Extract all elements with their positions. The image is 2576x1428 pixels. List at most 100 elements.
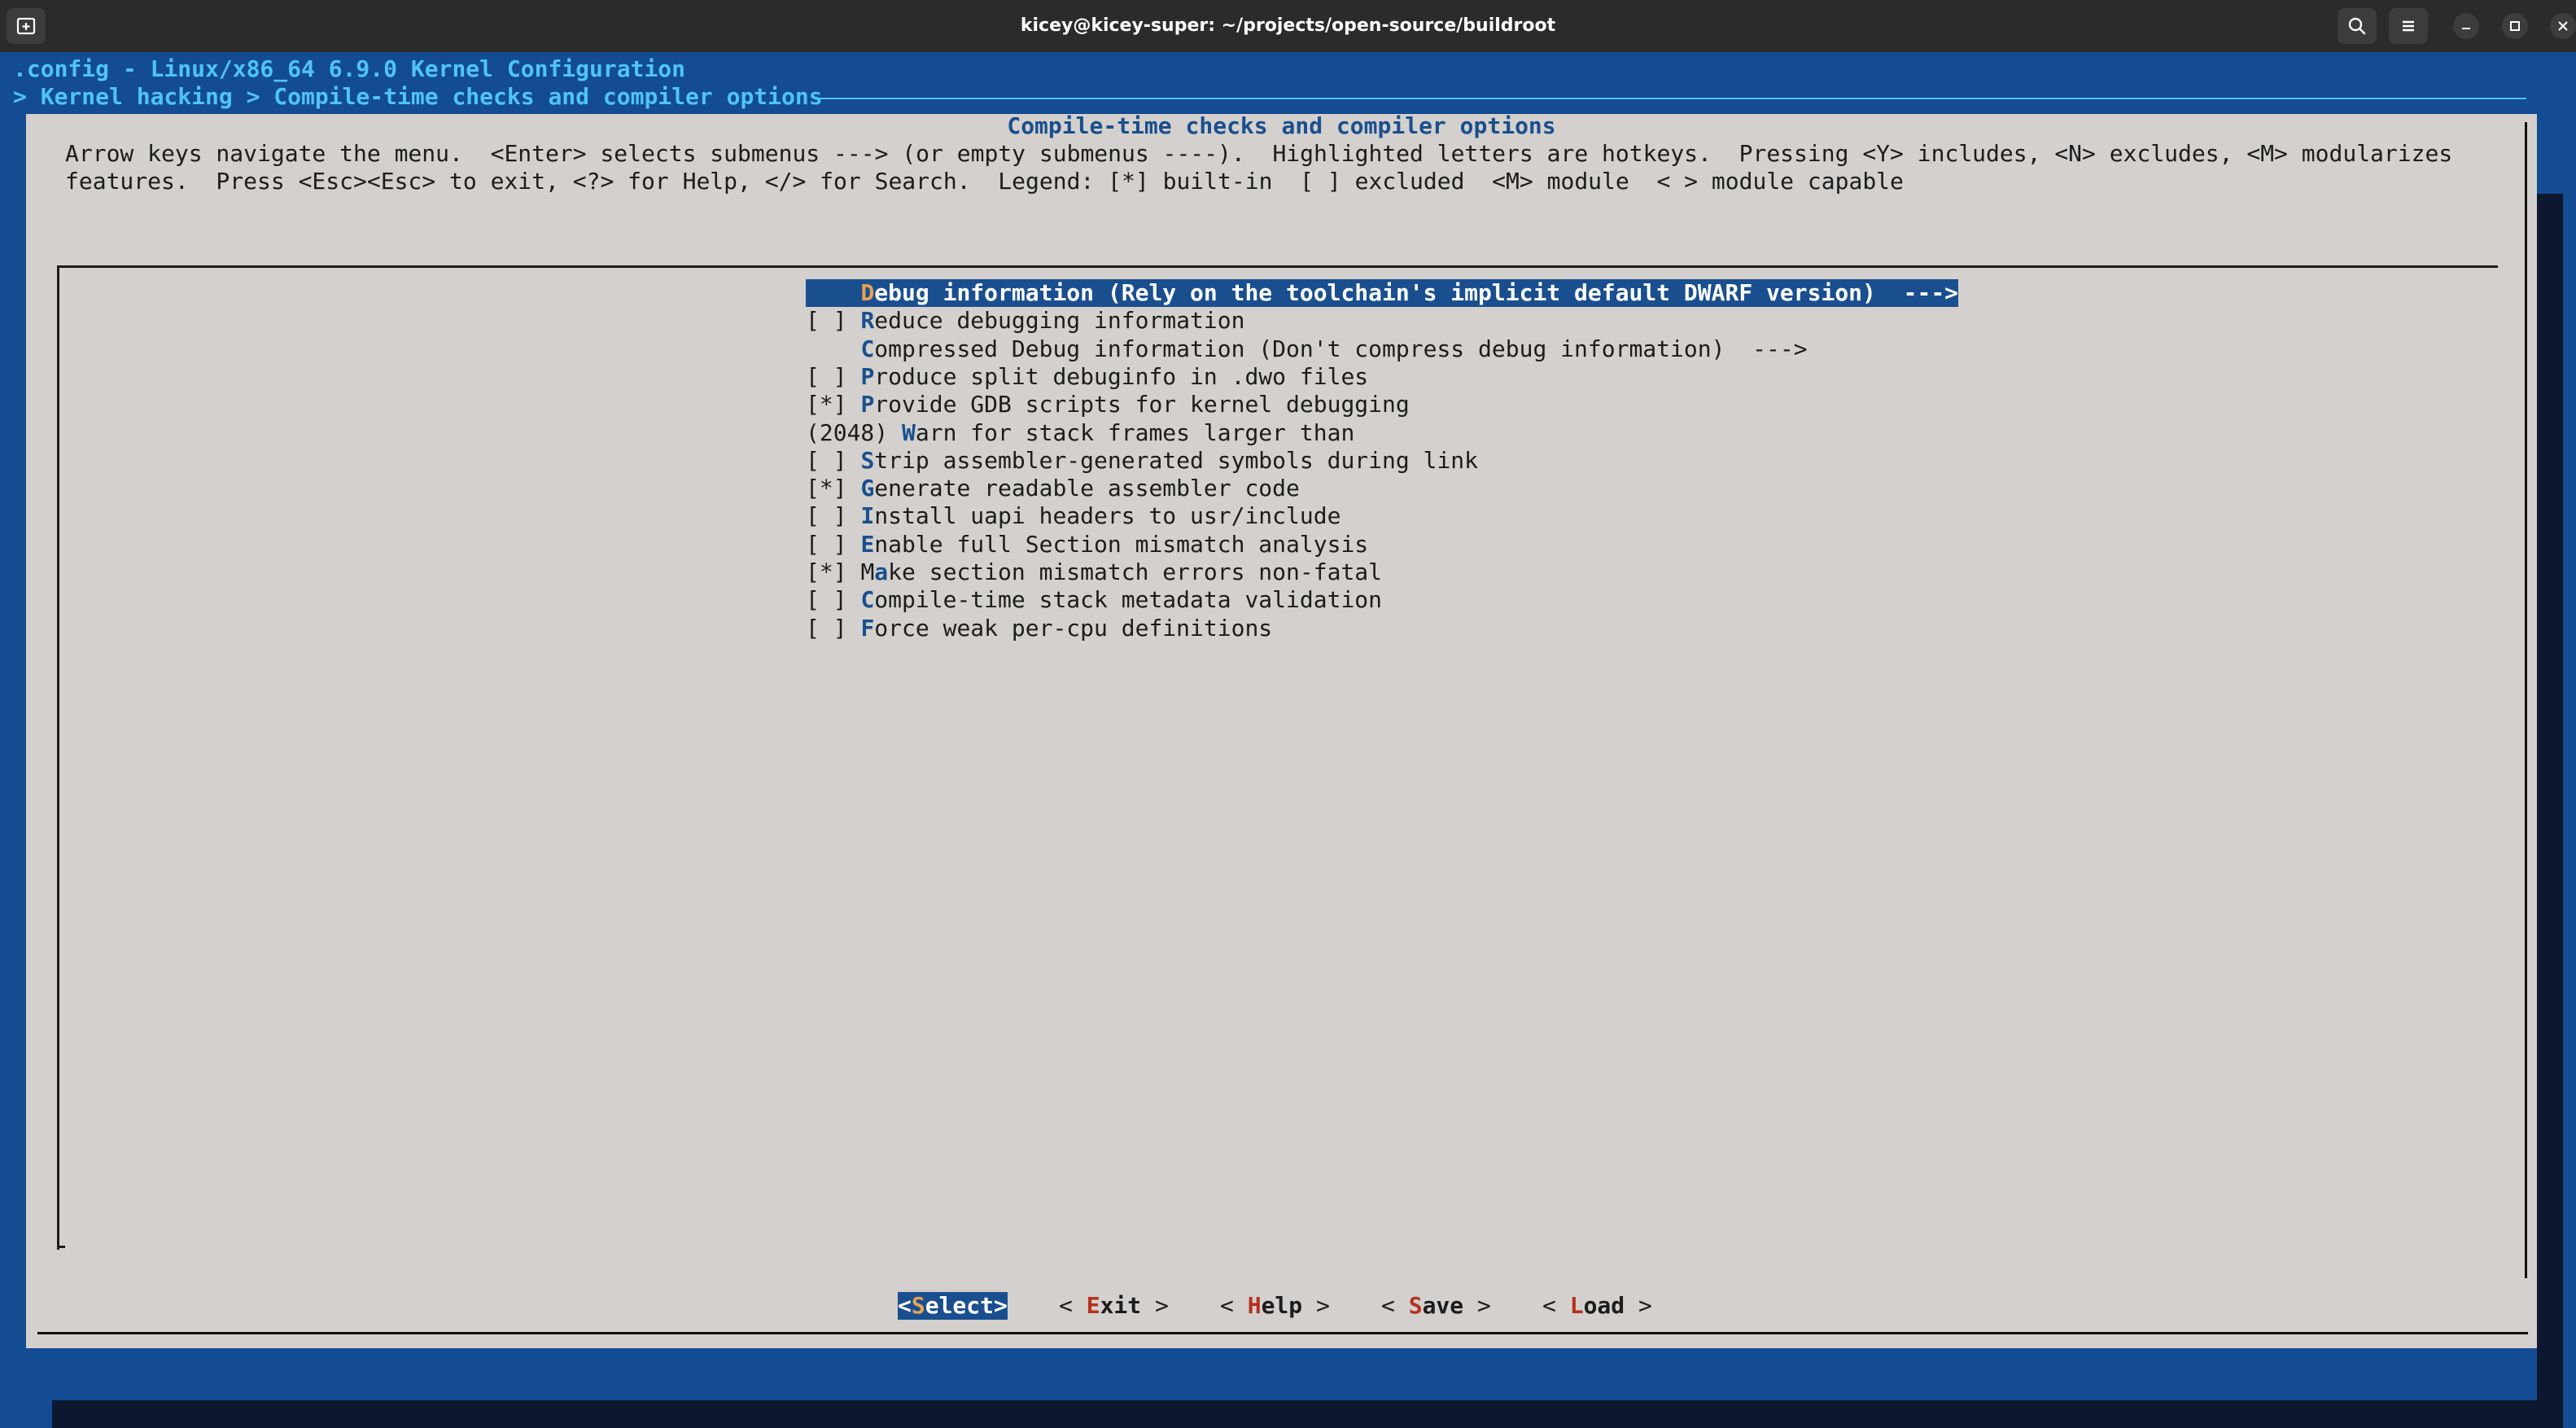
menu-item-hotkey: C xyxy=(860,335,875,362)
button-label: ave xyxy=(1422,1292,1464,1319)
menu-item-hotkey: E xyxy=(860,530,875,558)
help-text-line-2: features. Press <Esc><Esc> to exit, <?> … xyxy=(65,168,1904,195)
menu-item-state: [ ] xyxy=(806,614,861,642)
minimize-icon xyxy=(2462,28,2470,29)
menu-item-hotkey: G xyxy=(860,475,875,502)
breadcrumb: > Kernel hacking > Compile-time checks a… xyxy=(13,83,823,110)
menu-item-text: ebug information (Rely on the toolchain'… xyxy=(874,279,1959,306)
menu-item-state xyxy=(806,335,860,362)
menu-item[interactable]: [ ] Reduce debugging information xyxy=(806,307,1244,335)
menu-item-state: [*] xyxy=(806,391,861,418)
button-hotkey: S xyxy=(911,1292,925,1319)
dialog-title: Compile-time checks and compiler options xyxy=(1007,112,1556,139)
menu-item[interactable]: [ ] Compile-time stack metadata validati… xyxy=(806,586,1382,614)
menu-item[interactable]: [*] Make section mismatch errors non-fat… xyxy=(806,558,1382,586)
close-button[interactable] xyxy=(2550,13,2576,39)
menu-box-corner xyxy=(57,1246,65,1248)
menu-item-text: arn for stack frames larger than xyxy=(915,418,1355,446)
button-label: oad xyxy=(1583,1292,1625,1319)
header-rule xyxy=(817,98,2526,99)
menu-item[interactable]: Debug information (Rely on the toolchain… xyxy=(806,279,1959,307)
window-titlebar: kicey@kicey-super: ~/projects/open-sourc… xyxy=(0,0,2576,52)
button-bracket: > xyxy=(994,1292,1008,1319)
menu-item-hotkey: R xyxy=(860,307,875,335)
close-icon xyxy=(2558,21,2568,31)
menu-item[interactable]: [ ] Produce split debuginfo in .dwo file… xyxy=(806,363,1368,391)
config-title: .config - Linux/x86_64 6.9.0 Kernel Conf… xyxy=(13,55,686,82)
exit-button[interactable]: < Exit > xyxy=(1059,1292,1169,1320)
search-button[interactable] xyxy=(2338,8,2377,44)
dialog-border-right xyxy=(2525,122,2527,1278)
hamburger-menu-icon xyxy=(2403,20,2414,32)
menu-item-text: nable full Section mismatch analysis xyxy=(874,530,1369,558)
menu-item-state: (2048) xyxy=(806,418,903,446)
menu-item-hotkey: W xyxy=(902,418,916,446)
search-icon xyxy=(2348,17,2366,35)
menu-item[interactable]: [*] Provide GDB scripts for kernel debug… xyxy=(806,391,1410,418)
menu-item-hotkey: C xyxy=(860,586,875,614)
menu-item-text: trip assembler-generated symbols during … xyxy=(874,446,1479,474)
menu-item-state: [*] xyxy=(806,475,861,502)
menu-item-hotkey: F xyxy=(860,614,875,642)
button-bracket: < xyxy=(1381,1292,1409,1319)
menu-item[interactable]: [ ] Force weak per-cpu definitions xyxy=(806,615,1272,642)
help-text-line-1: Arrow keys navigate the menu. <Enter> se… xyxy=(65,140,2453,167)
menu-item[interactable]: [ ] Strip assembler-generated symbols du… xyxy=(806,447,1478,475)
button-label: elp xyxy=(1261,1292,1303,1319)
menu-item-text: orce weak per-cpu definitions xyxy=(874,614,1273,642)
window-title: kicey@kicey-super: ~/projects/open-sourc… xyxy=(1020,15,1556,36)
menu-item-state: [ ] xyxy=(806,530,861,558)
menu-item-state xyxy=(806,279,860,306)
menu-item[interactable]: (2048) Warn for stack frames larger than xyxy=(806,419,1354,447)
menu-item-state: [ ] xyxy=(806,307,861,335)
menu-item-hotkey: D xyxy=(860,279,875,306)
dialog-shadow-right xyxy=(2537,194,2563,1400)
menu-item-text: roduce split debuginfo in .dwo files xyxy=(874,362,1369,390)
menu-item-hotkey: I xyxy=(860,502,875,530)
maximize-button[interactable] xyxy=(2502,13,2528,39)
menu-item-text: ompressed Debug information (Don't compr… xyxy=(874,335,1808,362)
menu-item[interactable]: [ ] Install uapi headers to usr/include xyxy=(806,502,1340,530)
select-button[interactable]: <Select> xyxy=(898,1292,1008,1320)
button-label: elect xyxy=(925,1292,995,1319)
menu-item-text: ke section mismatch errors non-fatal xyxy=(888,558,1383,585)
maximize-icon xyxy=(2510,21,2520,31)
button-bracket: > xyxy=(1141,1292,1169,1319)
menu-item-hotkey: a xyxy=(874,558,889,585)
button-hotkey: E xyxy=(1086,1292,1100,1319)
menu-item-hotkey: P xyxy=(860,362,875,390)
button-label: xit xyxy=(1100,1292,1142,1319)
menu-item-state: [*] xyxy=(806,558,861,585)
menu-item-text: ompile-time stack metadata validation xyxy=(874,586,1383,614)
save-button[interactable]: < Save > xyxy=(1381,1292,1491,1320)
menu-item-text: educe debugging information xyxy=(874,307,1245,335)
dialog-shadow-bottom xyxy=(52,1400,2563,1428)
button-bracket: > xyxy=(1463,1292,1491,1319)
load-button[interactable]: < Load > xyxy=(1542,1292,1652,1320)
menu-item[interactable]: Compressed Debug information (Don't comp… xyxy=(806,335,1808,363)
dialog-border-bottom xyxy=(37,1332,2528,1334)
menu-item-text: rovide GDB scripts for kernel debugging xyxy=(874,391,1410,418)
button-bracket: < xyxy=(1220,1292,1248,1319)
menu-item-state: [ ] xyxy=(806,586,861,614)
menu-item[interactable]: [ ] Enable full Section mismatch analysi… xyxy=(806,531,1368,558)
button-bracket: > xyxy=(1302,1292,1330,1319)
button-bracket: < xyxy=(1059,1292,1087,1319)
menu-item[interactable]: [*] Generate readable assembler code xyxy=(806,475,1300,502)
menu-item-hotkey: S xyxy=(860,446,875,474)
menu-button[interactable] xyxy=(2389,8,2428,44)
button-bracket: < xyxy=(1542,1292,1570,1319)
menu-item-state: [ ] xyxy=(806,446,861,474)
minimize-button[interactable] xyxy=(2453,13,2479,39)
button-hotkey: L xyxy=(1569,1292,1584,1319)
help-button[interactable]: < Help > xyxy=(1220,1292,1330,1320)
menu-item-text: nstall uapi headers to usr/include xyxy=(874,502,1341,530)
button-hotkey: H xyxy=(1247,1292,1262,1319)
button-bracket: > xyxy=(1625,1292,1652,1319)
menu-item-hotkey: P xyxy=(860,391,875,418)
menu-item-state: [ ] xyxy=(806,362,861,390)
menu-item-state: [ ] xyxy=(806,502,861,530)
button-hotkey: S xyxy=(1408,1292,1423,1319)
menu-item-text: enerate readable assembler code xyxy=(874,475,1300,502)
menu-item-text: M xyxy=(860,558,875,585)
